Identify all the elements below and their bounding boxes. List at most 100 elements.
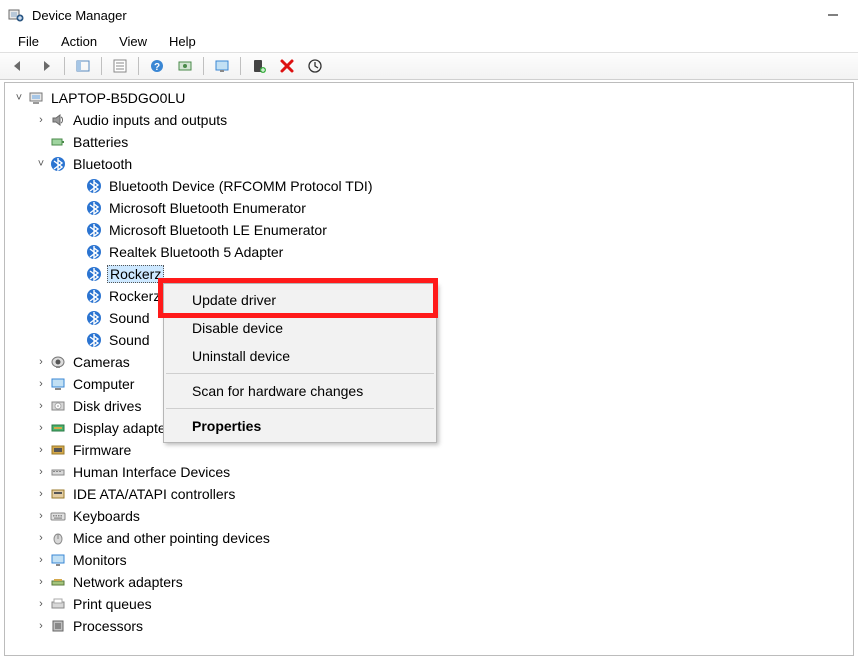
expand-toggle[interactable]: › [33,114,49,126]
tree-device-bt-1[interactable]: Microsoft Bluetooth Enumerator [5,197,853,219]
ctx-disable-device[interactable]: Disable device [164,314,436,342]
expand-toggle[interactable]: › [33,400,49,412]
tree-item-label: Processors [71,618,145,634]
bt-icon [85,265,103,283]
svg-text:?: ? [154,62,160,73]
tree-category-printq[interactable]: › Print queues [5,593,853,615]
tree-category-batt[interactable]: Batteries [5,131,853,153]
toolbar-separator [203,57,204,75]
bt-icon [49,155,67,173]
expand-toggle[interactable]: › [33,422,49,434]
tree-device-bt-4[interactable]: Rockerz [5,263,853,285]
menu-file[interactable]: File [8,32,49,51]
expand-toggle[interactable]: › [33,356,49,368]
context-menu: Update driver Disable device Uninstall d… [163,283,437,443]
toolbar-separator [138,57,139,75]
mon-icon [49,551,67,569]
properties-button[interactable] [108,54,132,78]
device-manager-icon [8,7,24,23]
ctx-separator [166,373,434,374]
tree-device-bt-0[interactable]: Bluetooth Device (RFCOMM Protocol TDI) [5,175,853,197]
mouse-icon [49,529,67,547]
toolbar-separator [101,57,102,75]
disk-icon [49,397,67,415]
expand-toggle[interactable]: › [33,554,49,566]
tree-category-kbd[interactable]: › Keyboards [5,505,853,527]
tree-item-label: Microsoft Bluetooth LE Enumerator [107,222,329,238]
menu-view[interactable]: View [109,32,157,51]
toolbar-separator [240,57,241,75]
tree-item-label: Microsoft Bluetooth Enumerator [107,200,308,216]
tree-item-label: Keyboards [71,508,142,524]
expand-toggle[interactable]: › [33,598,49,610]
tree-item-label: IDE ATA/ATAPI controllers [71,486,237,502]
add-legacy-hardware-button[interactable] [247,54,271,78]
tree-item-label: Human Interface Devices [71,464,232,480]
batt-icon [49,133,67,151]
bt-icon [85,243,103,261]
show-hidden-devices-button[interactable] [210,54,234,78]
tree-item-label: Print queues [71,596,154,612]
ctx-properties[interactable]: Properties [164,412,436,440]
tree-item-label: Monitors [71,552,129,568]
disp-icon [49,419,67,437]
bt-icon [85,331,103,349]
show-hide-tree-button[interactable] [71,54,95,78]
fw-icon [49,441,67,459]
tree-item-label: Audio inputs and outputs [71,112,229,128]
expand-toggle[interactable]: › [33,466,49,478]
title-bar: Device Manager [0,0,858,30]
tree-category-net[interactable]: › Network adapters [5,571,853,593]
tree-device-bt-3[interactable]: Realtek Bluetooth 5 Adapter [5,241,853,263]
expand-toggle[interactable]: › [33,510,49,522]
tree-category-ide[interactable]: › IDE ATA/ATAPI controllers [5,483,853,505]
tree-item-label: Sound [107,332,151,348]
kbd-icon [49,507,67,525]
tree-root[interactable]: ˅ LAPTOP-B5DGO0LU [5,87,853,109]
tree-category-mon[interactable]: › Monitors [5,549,853,571]
net-icon [49,573,67,591]
uninstall-button[interactable] [275,54,299,78]
printq-icon [49,595,67,613]
bt-icon [85,177,103,195]
tree-item-label: LAPTOP-B5DGO0LU [49,90,187,106]
tree-item-label: Sound [107,310,151,326]
scan-hardware-button[interactable] [173,54,197,78]
toolbar: ? [0,52,858,80]
cam-icon [49,353,67,371]
ctx-scan-hardware[interactable]: Scan for hardware changes [164,377,436,405]
expand-toggle[interactable]: › [33,488,49,500]
expand-toggle[interactable]: › [33,620,49,632]
forward-button[interactable] [34,54,58,78]
expand-toggle[interactable]: › [33,444,49,456]
hid-icon [49,463,67,481]
expand-toggle[interactable]: › [33,378,49,390]
tree-item-label: Computer [71,376,136,392]
menu-help[interactable]: Help [159,32,206,51]
menu-bar: File Action View Help [0,30,858,52]
back-button[interactable] [6,54,30,78]
update-driver-button[interactable] [303,54,327,78]
expand-toggle[interactable]: ˅ [11,92,27,104]
expand-toggle[interactable]: ˅ [33,158,49,170]
tree-category-bt[interactable]: ˅Bluetooth [5,153,853,175]
computer-icon [27,89,45,107]
ctx-update-driver[interactable]: Update driver [164,286,436,314]
bt-icon [85,287,103,305]
ctx-uninstall-device[interactable]: Uninstall device [164,342,436,370]
tree-item-label: Network adapters [71,574,185,590]
expand-toggle[interactable]: › [33,532,49,544]
tree-item-label: Bluetooth Device (RFCOMM Protocol TDI) [107,178,374,194]
minimize-button[interactable] [814,0,852,30]
expand-toggle[interactable]: › [33,576,49,588]
tree-category-mouse[interactable]: ›Mice and other pointing devices [5,527,853,549]
help-button[interactable]: ? [145,54,169,78]
bt-icon [85,199,103,217]
tree-category-hid[interactable]: › Human Interface Devices [5,461,853,483]
tree-category-proc[interactable]: › Processors [5,615,853,637]
toolbar-separator [64,57,65,75]
tree-category-audio[interactable]: › Audio inputs and outputs [5,109,853,131]
tree-item-label: Batteries [71,134,130,150]
menu-action[interactable]: Action [51,32,107,51]
tree-device-bt-2[interactable]: Microsoft Bluetooth LE Enumerator [5,219,853,241]
